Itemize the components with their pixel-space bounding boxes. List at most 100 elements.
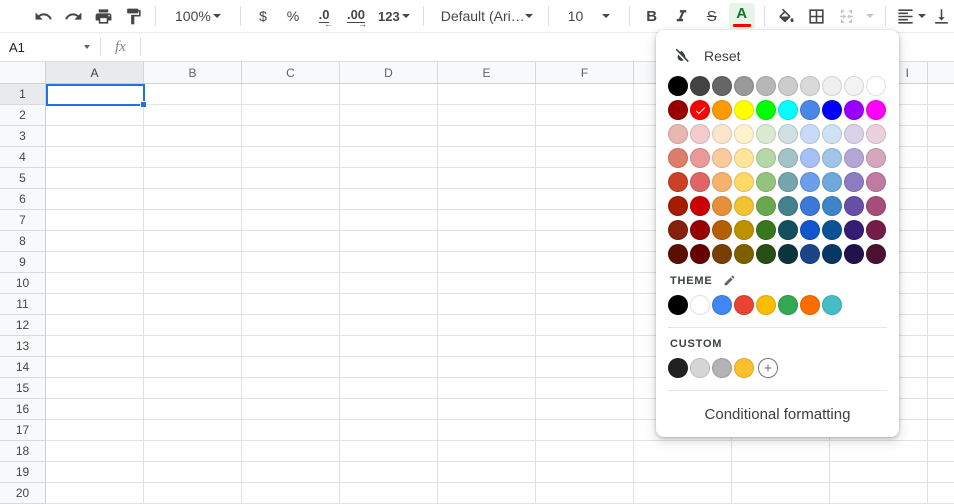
row-header-3[interactable]: 3 xyxy=(0,126,45,147)
row-header-14[interactable]: 14 xyxy=(0,357,45,378)
color-swatch-20124d[interactable] xyxy=(844,244,864,264)
color-swatch-d9ead3[interactable] xyxy=(756,124,776,144)
more-formats-button[interactable]: 123 xyxy=(374,3,414,29)
color-swatch-4c1130[interactable] xyxy=(866,244,886,264)
row-header-4[interactable]: 4 xyxy=(0,147,45,168)
color-swatch-34a853[interactable] xyxy=(778,295,798,315)
color-swatch-980000[interactable] xyxy=(668,100,688,120)
row-header-1[interactable]: 1 xyxy=(0,84,45,105)
color-swatch-ff00ff[interactable] xyxy=(866,100,886,120)
color-swatch-4285f4[interactable] xyxy=(712,295,732,315)
color-swatch-9fc5e8[interactable] xyxy=(822,148,842,168)
font-size-select[interactable]: 10 xyxy=(558,3,620,29)
color-swatch-a2c4c9[interactable] xyxy=(778,148,798,168)
color-swatch-b6d7a8[interactable] xyxy=(756,148,776,168)
column-header-B[interactable]: B xyxy=(144,62,242,83)
color-swatch-6d9eeb[interactable] xyxy=(800,172,820,192)
row-header-11[interactable]: 11 xyxy=(0,294,45,315)
edit-theme-icon[interactable] xyxy=(723,274,736,287)
color-swatch-999999[interactable] xyxy=(734,76,754,96)
color-swatch-c27ba0[interactable] xyxy=(866,172,886,192)
color-swatch-f3f3f3[interactable] xyxy=(844,76,864,96)
color-swatch-b4a7d6[interactable] xyxy=(844,148,864,168)
color-swatch-a61c00[interactable] xyxy=(668,196,688,216)
color-swatch-073763[interactable] xyxy=(822,244,842,264)
color-swatch-434343[interactable] xyxy=(690,76,710,96)
color-swatch-d0e0e3[interactable] xyxy=(778,124,798,144)
font-family-select[interactable]: Default (Ari… xyxy=(433,3,539,29)
color-swatch-dd7e6b[interactable] xyxy=(668,148,688,168)
color-swatch-fbc02d[interactable] xyxy=(734,358,754,378)
row-header-9[interactable]: 9 xyxy=(0,252,45,273)
row-header-15[interactable]: 15 xyxy=(0,378,45,399)
color-swatch-f4cccc[interactable] xyxy=(690,124,710,144)
row-header-7[interactable]: 7 xyxy=(0,210,45,231)
color-swatch-000000[interactable] xyxy=(668,295,688,315)
color-swatch-134f5c[interactable] xyxy=(778,220,798,240)
color-swatch-efefef[interactable] xyxy=(822,76,842,96)
strikethrough-button[interactable]: S xyxy=(699,3,725,29)
selected-cell-A1[interactable] xyxy=(46,84,147,108)
row-header-8[interactable]: 8 xyxy=(0,231,45,252)
color-swatch-6aa84f[interactable] xyxy=(756,196,776,216)
color-swatch-b45f06[interactable] xyxy=(712,220,732,240)
text-color-button[interactable]: A xyxy=(728,3,755,29)
color-swatch-351c75[interactable] xyxy=(844,220,864,240)
row-header-13[interactable]: 13 xyxy=(0,336,45,357)
color-swatch-b3b3b3[interactable] xyxy=(712,358,732,378)
color-swatch-fce5cd[interactable] xyxy=(712,124,732,144)
color-swatch-ff9900[interactable] xyxy=(712,100,732,120)
color-swatch-0000ff[interactable] xyxy=(822,100,842,120)
color-swatch-6fa8dc[interactable] xyxy=(822,172,842,192)
color-swatch-c9daf8[interactable] xyxy=(800,124,820,144)
color-swatch-00ffff[interactable] xyxy=(778,100,798,120)
row-header-17[interactable]: 17 xyxy=(0,420,45,441)
color-swatch-00ff00[interactable] xyxy=(756,100,776,120)
color-swatch-cc0000[interactable] xyxy=(690,196,710,216)
color-swatch-e69138[interactable] xyxy=(712,196,732,216)
color-swatch-f1c232[interactable] xyxy=(734,196,754,216)
color-swatch-3d85c6[interactable] xyxy=(822,196,842,216)
color-swatch-ead1dc[interactable] xyxy=(866,124,886,144)
zoom-select[interactable]: 100% xyxy=(167,3,229,29)
color-swatch-ff0000[interactable] xyxy=(690,100,710,120)
color-swatch-d5a6bd[interactable] xyxy=(866,148,886,168)
color-swatch-212121[interactable] xyxy=(668,358,688,378)
color-swatch-fbbc04[interactable] xyxy=(756,295,776,315)
color-swatch-d6d6d6[interactable] xyxy=(690,358,710,378)
format-currency-button[interactable]: $ xyxy=(250,3,276,29)
paint-format-button[interactable] xyxy=(120,3,146,29)
decrease-decimal-button[interactable]: .0 ← xyxy=(310,3,338,29)
color-swatch-660000[interactable] xyxy=(690,244,710,264)
color-swatch-000000[interactable] xyxy=(668,76,688,96)
add-custom-color-button[interactable] xyxy=(758,358,778,378)
color-swatch-cccccc[interactable] xyxy=(778,76,798,96)
color-swatch-ffe599[interactable] xyxy=(734,148,754,168)
undo-button[interactable] xyxy=(30,3,56,29)
vertical-align-button[interactable] xyxy=(932,7,954,26)
row-header-20[interactable]: 20 xyxy=(0,483,45,504)
format-percent-button[interactable]: % xyxy=(280,3,306,29)
color-swatch-93c47d[interactable] xyxy=(756,172,776,192)
row-header-10[interactable]: 10 xyxy=(0,273,45,294)
color-swatch-4a86e8[interactable] xyxy=(800,100,820,120)
column-header-D[interactable]: D xyxy=(340,62,438,83)
color-swatch-1c4587[interactable] xyxy=(800,244,820,264)
merge-options-caret[interactable] xyxy=(865,14,874,18)
color-swatch-b7b7b7[interactable] xyxy=(756,76,776,96)
row-header-19[interactable]: 19 xyxy=(0,462,45,483)
row-header-12[interactable]: 12 xyxy=(0,315,45,336)
color-swatch-a4c2f4[interactable] xyxy=(800,148,820,168)
color-swatch-ffd966[interactable] xyxy=(734,172,754,192)
color-swatch-85200c[interactable] xyxy=(668,220,688,240)
color-swatch-5b0f00[interactable] xyxy=(668,244,688,264)
column-header-F[interactable]: F xyxy=(536,62,634,83)
color-swatch-741b47[interactable] xyxy=(866,220,886,240)
color-swatch-e06666[interactable] xyxy=(690,172,710,192)
row-header-16[interactable]: 16 xyxy=(0,399,45,420)
column-header-partial[interactable] xyxy=(928,62,954,83)
name-box[interactable]: A1 xyxy=(0,40,100,55)
color-swatch-9900ff[interactable] xyxy=(844,100,864,120)
color-swatch-e6b8af[interactable] xyxy=(668,124,688,144)
color-swatch-d9d9d9[interactable] xyxy=(800,76,820,96)
